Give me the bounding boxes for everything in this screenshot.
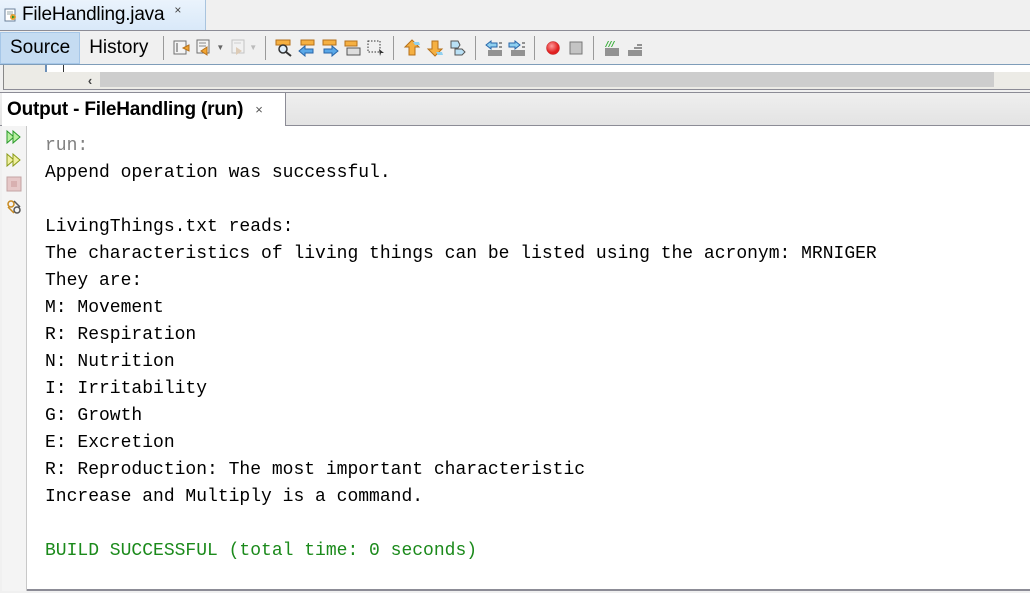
output-console[interactable]: run: Append operation was successful. Livi… bbox=[45, 133, 877, 565]
toolbar-separator bbox=[534, 35, 536, 60]
console-line: M: Movement bbox=[45, 298, 164, 318]
shift-line-right-icon[interactable] bbox=[508, 39, 526, 57]
console-line: LivingThings.txt reads: bbox=[45, 217, 294, 237]
console-line: Increase and Multiply is a command. bbox=[45, 487, 424, 507]
editor-tab-filehandling[interactable]: FileHandling.java × bbox=[0, 0, 206, 30]
console-line: E: Excretion bbox=[45, 433, 175, 453]
console-line: N: Nutrition bbox=[45, 352, 175, 372]
find-previous-icon[interactable] bbox=[297, 39, 316, 57]
close-tab-button[interactable]: × bbox=[174, 3, 181, 17]
toolbar-separator bbox=[163, 35, 165, 60]
console-line: I: Irritability bbox=[45, 379, 208, 399]
source-view-button[interactable]: Source bbox=[0, 31, 81, 64]
history-view-button[interactable]: History bbox=[80, 32, 157, 64]
settings-icon[interactable] bbox=[6, 199, 22, 215]
previous-bookmark-icon[interactable] bbox=[403, 38, 421, 57]
stop-macro-recording-icon[interactable] bbox=[567, 39, 585, 57]
java-file-icon bbox=[4, 8, 18, 22]
console-line: G: Growth bbox=[45, 406, 143, 426]
console-line: They are: bbox=[45, 271, 143, 291]
editor-gutter-ruler bbox=[45, 65, 1030, 72]
editor-tab-label: FileHandling.java bbox=[22, 4, 165, 25]
rerun-with-params-icon[interactable] bbox=[6, 152, 22, 168]
shift-line-left-icon[interactable] bbox=[484, 39, 503, 57]
toolbar-separator bbox=[593, 35, 595, 60]
forward-icon bbox=[229, 39, 247, 57]
toggle-highlight-icon[interactable] bbox=[344, 39, 362, 57]
stop-icon bbox=[6, 176, 22, 192]
console-line: R: Reproduction: The most important char… bbox=[45, 460, 586, 480]
output-side-toolbar bbox=[2, 126, 27, 591]
find-selection-icon[interactable] bbox=[275, 39, 293, 57]
forward-dropdown-icon: ▼ bbox=[249, 43, 258, 52]
back-dropdown-icon[interactable]: ▼ bbox=[216, 43, 224, 52]
toolbar-separator bbox=[265, 35, 267, 60]
back-icon[interactable] bbox=[196, 39, 214, 57]
console-line: R: Respiration bbox=[45, 325, 197, 345]
find-next-icon[interactable] bbox=[321, 39, 339, 57]
toggle-rectangular-selection-icon[interactable] bbox=[367, 39, 385, 57]
run-label-line: run: bbox=[45, 136, 89, 156]
horizontal-scrollbar-thumb[interactable] bbox=[100, 72, 994, 87]
output-tab-label: Output - FileHandling (run) bbox=[7, 98, 244, 120]
editor-toolbar: Source History ▼ ▼ bbox=[0, 31, 1030, 65]
comment-icon[interactable] bbox=[603, 39, 621, 57]
output-tab-filehandling-run[interactable]: Output - FileHandling (run) × bbox=[2, 93, 286, 126]
start-macro-recording-icon[interactable] bbox=[544, 39, 562, 57]
toolbar-separator bbox=[393, 35, 395, 60]
uncomment-icon[interactable] bbox=[626, 39, 644, 57]
build-status-line: BUILD SUCCESSFUL (total time: 0 seconds) bbox=[45, 541, 478, 561]
toggle-bookmark-icon[interactable] bbox=[449, 39, 467, 57]
scroll-left-button[interactable]: ‹ bbox=[80, 72, 100, 88]
console-line: Append operation was successful. bbox=[45, 163, 391, 183]
rerun-icon[interactable] bbox=[6, 129, 22, 145]
last-edit-icon[interactable] bbox=[173, 39, 191, 57]
next-bookmark-icon[interactable] bbox=[426, 39, 444, 57]
toolbar-separator bbox=[475, 35, 477, 60]
close-output-tab-button[interactable]: × bbox=[255, 102, 263, 117]
console-line: The characteristics of living things can… bbox=[45, 244, 877, 264]
